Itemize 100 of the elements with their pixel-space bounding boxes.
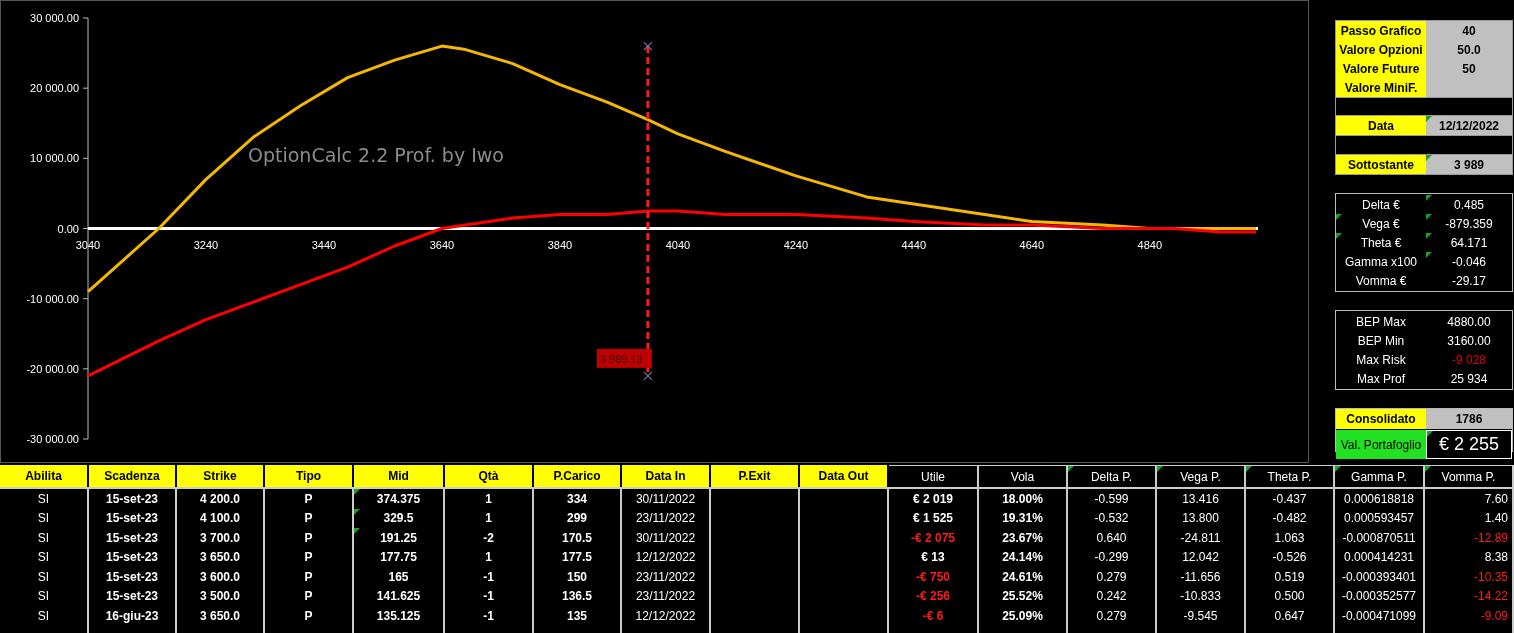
table-cell: 24.61% (979, 567, 1068, 587)
table-cell: 3 600.0 (177, 567, 265, 587)
table-cell: € 2 019 (889, 489, 979, 509)
table-cell: 3 650.0 (177, 606, 265, 626)
stat-value: -9 028 (1451, 351, 1487, 369)
column-header: Gamma P. (1335, 465, 1425, 487)
comment-marker-icon (1425, 466, 1431, 472)
table-cell: -0.532 (1068, 508, 1157, 528)
table-cell: 15-set-23 (89, 508, 177, 528)
table-cell: 141.625 (354, 586, 445, 606)
table-cell: -1 (445, 567, 534, 587)
table-cell: 0.500 (1246, 586, 1335, 606)
table-cell: 0.000414231 (1335, 547, 1425, 567)
field-label: Valore MiniF. (1336, 78, 1426, 97)
comment-marker-icon (1426, 214, 1432, 220)
table-cell: -24.811 (1157, 528, 1246, 548)
table-cell: 177.75 (354, 547, 445, 567)
field-label: Consolidato (1336, 409, 1426, 429)
x-tick-label: 3440 (311, 238, 337, 251)
table-cell: 7.60 (1425, 489, 1514, 509)
table-cell: -12.89 (1425, 528, 1514, 548)
table-cell: 8.38 (1425, 547, 1514, 567)
column-header: Mid (354, 465, 445, 487)
table-cell: SI (0, 567, 89, 587)
column-header: Qtà (445, 465, 534, 487)
column-header: Utile (889, 465, 979, 487)
table-cell: 13.800 (1157, 508, 1246, 528)
table-cell: 165 (354, 567, 445, 587)
column-header: Abilita (0, 465, 89, 487)
table-cell: 3 650.0 (177, 547, 265, 567)
table-cell: -2 (445, 528, 534, 548)
greek-label: Vega € (1336, 214, 1426, 233)
comment-marker-icon (1246, 466, 1252, 472)
column-header: Tipo (265, 465, 354, 487)
table-cell: 3 500.0 (177, 586, 265, 606)
table-cell: -11.656 (1157, 567, 1246, 587)
y-tick-label: 0.00 (57, 222, 79, 235)
table-cell: 0.000593457 (1335, 508, 1425, 528)
table-cell: -0.000393401 (1335, 567, 1425, 587)
table-cell: SI (0, 586, 89, 606)
table-cell: 191.25 (354, 528, 445, 548)
table-cell: 170.5 (534, 528, 622, 548)
column-header: Vega P. (1157, 465, 1246, 487)
table-cell: -0.000870511 (1335, 528, 1425, 548)
table-cell: 19.31% (979, 508, 1068, 528)
stat-label: BEP Max (1355, 313, 1407, 331)
column-header: Strike (177, 465, 265, 487)
table-cell: 0.000618818 (1335, 489, 1425, 509)
comment-marker-icon (1068, 466, 1074, 472)
table-cell: 1 (445, 508, 534, 528)
stat-value: 3160.00 (1446, 332, 1492, 350)
column-header: Scadenza (89, 465, 177, 487)
table-cell: P (265, 586, 354, 606)
table-cell: 150 (534, 567, 622, 587)
field-label: Passo Grafico (1336, 21, 1426, 40)
table-cell: 3 700.0 (177, 528, 265, 548)
table-cell: -0.482 (1246, 508, 1335, 528)
x-tick-label: 3040 (75, 238, 101, 251)
table-cell: 299 (534, 508, 622, 528)
comment-marker-icon (1336, 233, 1342, 239)
table-cell: 0.242 (1068, 586, 1157, 606)
field-value: 3 989 (1426, 155, 1512, 174)
table-cell: € 13 (889, 547, 979, 567)
y-tick-label: -20 000.00 (26, 362, 79, 375)
column-header: P.Exit (711, 465, 800, 487)
table-cell: 18.00% (979, 489, 1068, 509)
column-header: Data In (622, 465, 711, 487)
x-tick-label: 3240 (193, 238, 219, 251)
chart-title: OptionCalc 2.2 Prof. by Iwo (248, 144, 504, 166)
table-cell: -1 (445, 606, 534, 626)
table-cell: -€ 256 (889, 586, 979, 606)
greek-value: -879.359 (1426, 214, 1512, 233)
comment-marker-icon (1426, 233, 1432, 239)
table-cell: 25.09% (979, 606, 1068, 626)
table-cell: P (265, 567, 354, 587)
table-cell: 23/11/2022 (622, 508, 711, 528)
stat-label: BEP Min (1356, 332, 1406, 350)
ref-line-label: 3 989.13 (599, 352, 643, 365)
table-cell: 0.279 (1068, 567, 1157, 587)
table-cell: -€ 750 (889, 567, 979, 587)
table-cell: 4 200.0 (177, 489, 265, 509)
comment-marker-icon (1335, 466, 1341, 472)
table-cell: 23/11/2022 (622, 567, 711, 587)
table-cell: 135 (534, 606, 622, 626)
table-cell: 0.647 (1246, 606, 1335, 626)
field-label: Valore Future (1336, 59, 1426, 78)
table-cell: 374.375 (354, 489, 445, 509)
column-header: P.Carico (534, 465, 622, 487)
y-tick-label: 20 000.00 (30, 82, 79, 95)
table-cell: 0.640 (1068, 528, 1157, 548)
field-label: Val. Portafoglio (1336, 430, 1426, 459)
table-cell: -1 (445, 586, 534, 606)
field-value: 50.0 (1426, 40, 1512, 59)
table-cell: -0.599 (1068, 489, 1157, 509)
table-cell: 30/11/2022 (622, 489, 711, 509)
stat-value: 4880.00 (1446, 313, 1492, 331)
table-cell: 1 (445, 547, 534, 567)
table-cell: 30/11/2022 (622, 528, 711, 548)
stat-label: Max Prof (1356, 370, 1406, 388)
table-cell: 177.5 (534, 547, 622, 567)
